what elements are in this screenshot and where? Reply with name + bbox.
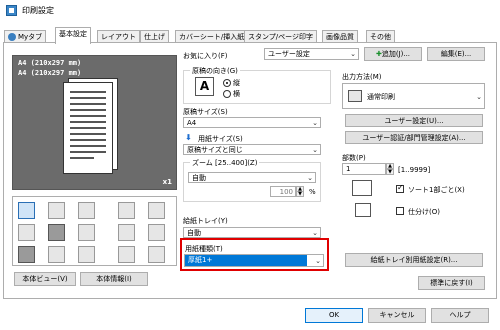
chevron-down-icon: ⌄ [312,119,318,127]
favorites-add-button[interactable]: ✚追加(J)... [364,47,422,61]
printer-icon-panel [12,196,177,266]
zoom-label: ズーム [25..400](Z) [190,158,260,168]
booklet-icon [148,202,165,219]
favorites-select[interactable]: ユーザー設定 ⌄ [264,48,359,60]
chevron-down-icon: ⌄ [312,146,318,154]
large-capacity-icon [118,246,135,263]
cover-tray-icon [148,246,165,263]
chevron-down-icon: ⌄ [476,93,482,101]
preview-paper-size: A4 (210x297 mm) [18,69,82,77]
chevron-down-icon: ⌄ [312,229,318,237]
zoom-value-input[interactable]: 100 [270,186,296,197]
tab-basic[interactable]: 基本設定 [55,27,91,44]
punch-icon [78,202,95,219]
zoom-mode-select[interactable]: 自動 ⌄ [188,172,316,183]
orientation-label: 原稿の向き(G) [190,66,240,76]
title-bar: 印刷設定 [0,0,500,22]
portrait-radio[interactable] [223,79,231,87]
fold-icon [118,202,135,219]
printer-view-button[interactable]: 本体ビュー(V) [14,272,76,286]
tray1-icon [48,224,65,241]
highlight-box [180,238,329,271]
printer-app-icon [6,5,17,16]
window-title: 印刷設定 [22,6,54,15]
copies-input[interactable]: 1 [342,163,386,175]
original-size-select[interactable]: A4 ⌄ [183,117,321,128]
output-tray-icon [18,202,35,219]
collate-checkbox[interactable] [396,183,404,193]
orientation-icon: A [195,77,214,96]
collate-label: ソート1部ごと(X) [408,186,465,194]
copies-range: [1..9999] [398,166,431,174]
copies-down-button[interactable]: ▼ [386,169,394,175]
collate-icon [352,180,372,196]
chevron-down-icon: ⌄ [350,50,356,58]
tab-bar: Myタブ 基本設定 レイアウト 仕上げ カバーシート/挿入紙 スタンプ/ページ印… [0,22,500,44]
user-icon [8,33,16,41]
preview-copy-count: x1 [162,178,172,186]
zoom-down-button[interactable]: ▼ [296,191,304,197]
paper-tray-label: 給紙トレイ(Y) [183,217,228,225]
ok-button[interactable]: OK [305,308,363,323]
portrait-label: 縦 [233,79,240,87]
preview-page [63,82,113,174]
output-label: 出力方法(M) [342,73,382,81]
help-button[interactable]: ヘルプ [431,308,489,323]
tray3-icon [118,224,135,241]
tray2-icon [78,224,95,241]
offset-label: 仕分け(O) [408,208,440,216]
favorites-edit-button[interactable]: 編集(E)... [427,47,485,61]
favorites-label: お気に入り(F) [183,52,228,60]
copies-label: 部数(P) [342,154,366,162]
printer-icon [348,90,362,102]
output-method-select[interactable]: 通常印刷 ⌄ [342,83,485,109]
finisher-icon [18,224,35,241]
offset-icon [355,203,371,217]
cancel-button[interactable]: キャンセル [368,308,426,323]
tray-paper-settings-button[interactable]: 給紙トレイ別用紙設定(R)... [345,253,483,267]
tray4-icon [148,224,165,241]
print-preview: A4 (210x297 mm) A4 (210x297 mm) x1 [12,55,177,190]
lct-icon [48,246,65,263]
printer-info-button[interactable]: 本体情報(I) [80,272,148,286]
user-auth-button[interactable]: ユーザー認証/部門管理設定(A)... [345,131,483,144]
bypass-tray-icon [18,246,35,263]
chevron-down-icon: ⌄ [307,174,313,182]
paper-size-select[interactable]: 原稿サイズと同じ ⌄ [183,144,321,155]
landscape-radio[interactable] [223,90,231,98]
user-settings-button[interactable]: ユーザー設定(U)... [345,114,483,127]
arrow-down-icon: ⬇ [185,133,192,142]
paper-size-label: 用紙サイズ(S) [198,135,243,143]
staple-icon [48,202,65,219]
preview-original-size: A4 (210x297 mm) [18,59,82,67]
inserter-icon [78,246,95,263]
landscape-label: 横 [233,90,240,98]
restore-defaults-button[interactable]: 標準に戻す(I) [418,276,485,290]
original-size-label: 原稿サイズ(S) [183,108,228,116]
offset-checkbox[interactable] [396,207,404,215]
zoom-unit: % [309,188,316,196]
paper-tray-select[interactable]: 自動 ⌄ [183,227,321,238]
